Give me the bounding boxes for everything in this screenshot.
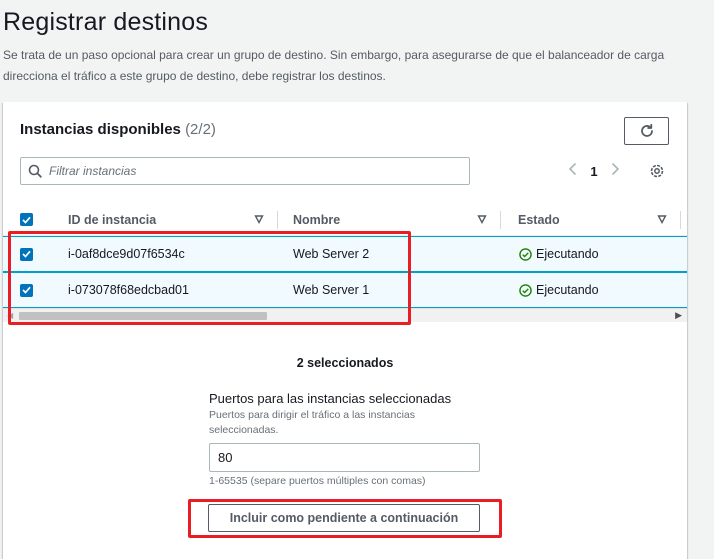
checkbox-checked-icon[interactable] [20,283,33,297]
instance-id-cell: i-073078f68edcbad01 [68,283,189,297]
instance-name-cell: Web Server 2 [293,247,370,261]
instance-status-cell: Ejecutando [519,237,599,271]
checkbox-checked-icon[interactable] [20,247,33,261]
refresh-button[interactable] [624,117,669,145]
page-description: Se trata de un paso opcional para crear … [3,48,665,83]
sort-icon [254,215,264,224]
chevron-left-icon[interactable] [563,162,583,181]
instances-heading: Instancias disponibles (2/2) [20,121,216,138]
filter-input[interactable] [49,164,469,178]
include-pending-button[interactable]: Incluir como pendiente a continuación [208,504,480,532]
chevron-right-icon[interactable] [605,162,625,181]
settings-icon[interactable] [648,162,666,180]
sort-icon [477,215,487,224]
ports-input[interactable] [209,443,480,472]
instance-name-cell: Web Server 1 [293,283,370,297]
instances-count: (2/2) [185,121,216,138]
page-number[interactable]: 1 [583,164,605,179]
column-divider [680,211,681,229]
table-header: ID de instancia Nombre Estado [3,203,687,236]
instances-card: Instancias disponibles (2/2) 1 [3,102,687,559]
ports-description: Puertos para dirigir el tráfico a las in… [209,409,416,436]
refresh-icon [640,123,653,137]
scroll-right-icon[interactable]: ▶ [675,310,682,321]
selected-count: 2 seleccionados [296,356,394,370]
check-circle-icon [519,283,532,297]
check-circle-icon [519,247,532,261]
column-header-name[interactable]: Nombre [293,203,488,236]
column-header-status[interactable]: Estado [518,203,668,236]
checkbox-checked-icon[interactable] [20,213,33,226]
filter-field[interactable] [20,157,470,185]
instances-table: ID de instancia Nombre Estado i-0af8dce9… [3,203,687,325]
select-all-cell [20,203,33,236]
instance-status-cell: Ejecutando [519,273,599,307]
scrollbar-thumb[interactable] [19,312,267,320]
sort-icon [657,215,667,224]
column-divider [500,211,501,229]
ports-label: Puertos para las instancias seleccionada… [209,391,452,406]
instance-id-cell: i-0af8dce9d07f6534c [68,247,185,261]
instances-title: Instancias disponibles [20,121,181,138]
row-checkbox-cell [20,273,33,307]
ports-hint: 1-65535 (separe puertos múltiples con co… [209,475,426,487]
table-row[interactable]: i-0af8dce9d07f6534c Web Server 2 Ejecuta… [3,236,687,272]
scroll-left-icon[interactable]: ◀ [7,311,13,320]
page-title: Registrar destinos [3,8,209,36]
table-row[interactable]: i-073078f68edcbad01 Web Server 1 Ejecuta… [3,272,687,308]
search-icon [21,158,49,184]
pagination: 1 [563,160,625,182]
row-checkbox-cell [20,237,33,271]
column-header-instance-id[interactable]: ID de instancia [68,203,264,236]
column-divider [277,211,278,229]
horizontal-scrollbar[interactable]: ◀ ▶ [3,308,687,322]
